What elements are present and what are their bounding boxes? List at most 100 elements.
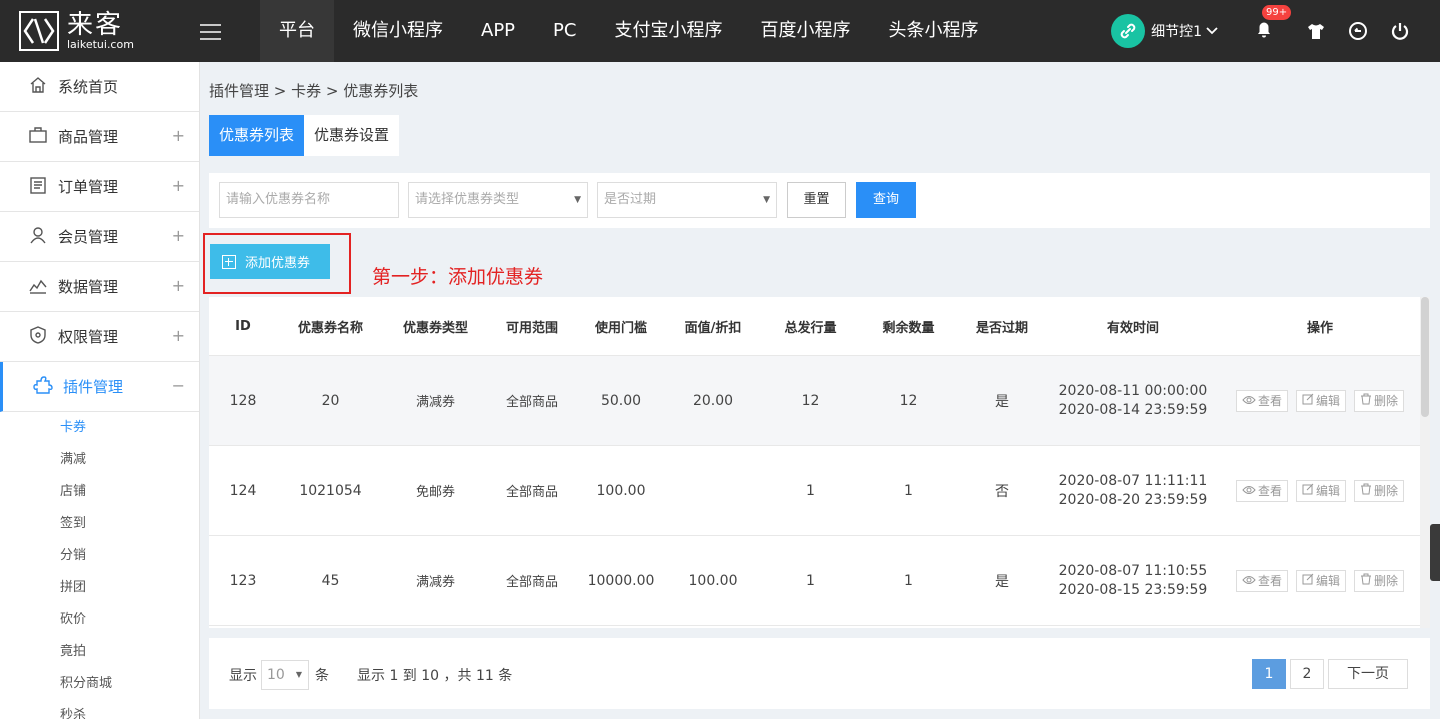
plus-icon[interactable]: + (172, 326, 185, 345)
sidebar-item-products[interactable]: 商品管理 + (0, 112, 199, 162)
topnav-app[interactable]: APP (462, 0, 534, 62)
sidebar-subitem-auction[interactable]: 竟拍 (0, 636, 199, 668)
shop-icon (28, 125, 48, 149)
valid-start: 2020-08-11 00:00:00 (1058, 382, 1208, 399)
chart-icon (28, 275, 48, 299)
sidebar-subitem-group[interactable]: 拼团 (0, 572, 199, 604)
tab-coupon-settings[interactable]: 优惠券设置 (304, 115, 400, 156)
cell-valid-time: 2020-08-07 11:11:11 2020-08-20 23:59:59 (1047, 472, 1219, 510)
sidebar-subitem-coupon[interactable]: 卡券 (0, 412, 199, 444)
sidebar: 系统首页 商品管理 + 订单管理 + 会员管理 + 数据管理 + 权限管理 + … (0, 62, 200, 719)
page-1-button[interactable]: 1 (1252, 659, 1286, 689)
sidebar-item-plugins[interactable]: 插件管理 − (0, 362, 199, 412)
table-row: 123 45 满减券 全部商品 10000.00 100.00 1 1 是 20… (209, 536, 1421, 626)
sidebar-subitem-flash-sale[interactable]: 秒杀 (0, 700, 199, 719)
side-handle[interactable] (1430, 524, 1440, 581)
coupon-name-input[interactable]: 请输入优惠券名称 (219, 182, 399, 218)
scrollbar-thumb[interactable] (1421, 297, 1429, 417)
tab-bar: 优惠券列表 优惠券设置 (209, 115, 400, 156)
valid-start: 2020-08-07 11:10:55 (1058, 562, 1208, 579)
col-type: 优惠券类型 (402, 320, 468, 336)
sidebar-subitem-full-reduction[interactable]: 满减 (0, 444, 199, 476)
cell-total: 12 (801, 392, 820, 409)
sidebar-item-home[interactable]: 系统首页 (0, 62, 199, 112)
topnav-baidu-mini[interactable]: 百度小程序 (741, 0, 869, 62)
sidebar-item-data[interactable]: 数据管理 + (0, 262, 199, 312)
sidebar-subitem-points-mall[interactable]: 积分商城 (0, 668, 199, 700)
power-icon[interactable] (1390, 21, 1410, 41)
delete-button[interactable]: 删除 (1354, 569, 1405, 592)
cell-expired: 是 (995, 393, 1009, 410)
edit-button[interactable]: 编辑 (1295, 389, 1346, 412)
col-actions: 操作 (1306, 320, 1333, 336)
minus-icon[interactable]: − (172, 376, 185, 395)
cell-total: 1 (806, 482, 815, 499)
view-button[interactable]: 查看 (1235, 389, 1288, 412)
tab-coupon-list[interactable]: 优惠券列表 (209, 115, 305, 156)
view-label: 查看 (1257, 483, 1282, 498)
expired-select[interactable]: 是否过期 ▼ (597, 182, 777, 218)
edit-button[interactable]: 编辑 (1295, 569, 1346, 592)
cell-type: 满减券 (415, 575, 455, 590)
topnav-toutiao-mini[interactable]: 头条小程序 (869, 0, 997, 62)
view-button[interactable]: 查看 (1235, 479, 1288, 502)
cell-id: 123 (229, 572, 257, 589)
sidebar-item-members[interactable]: 会员管理 + (0, 212, 199, 262)
sidebar-item-label: 权限管理 (58, 328, 119, 346)
coupon-table: ID 优惠券名称 优惠券类型 可用范围 使用门槛 面值/折扣 总发行量 剩余数量… (209, 297, 1421, 628)
back-icon[interactable] (1348, 21, 1368, 41)
logo-text-en: laiketui.com (67, 38, 134, 51)
topnav-wechat-mini[interactable]: 微信小程序 (334, 0, 462, 62)
add-coupon-button[interactable]: 添加优惠券 (210, 244, 330, 279)
trash-icon (1360, 571, 1374, 591)
cell-threshold: 10000.00 (587, 572, 655, 589)
sidebar-item-label: 订单管理 (58, 178, 119, 196)
page-size-select[interactable]: 10 ▼ (261, 660, 309, 690)
link-avatar-icon[interactable] (1111, 14, 1146, 48)
menu-toggle-icon[interactable] (200, 24, 221, 40)
chevron-down-icon[interactable] (1206, 24, 1218, 38)
user-name[interactable]: 细节控1 (1151, 21, 1202, 41)
shirt-icon[interactable] (1306, 21, 1326, 41)
cell-remaining: 1 (904, 572, 913, 589)
delete-button[interactable]: 删除 (1354, 479, 1405, 502)
view-button[interactable]: 查看 (1235, 569, 1288, 592)
table-scrollbar[interactable] (1420, 297, 1430, 628)
show-label: 显示 (229, 668, 257, 684)
col-name: 优惠券名称 (297, 320, 363, 336)
col-value: 面值/折扣 (684, 320, 742, 336)
logo[interactable]: 来客 laiketui.com (19, 9, 134, 53)
cell-id: 128 (229, 392, 257, 409)
bell-icon[interactable]: 99+ (1254, 5, 1292, 43)
sidebar-item-permissions[interactable]: 权限管理 + (0, 312, 199, 362)
logo-icon (19, 11, 59, 51)
sidebar-subitem-signin[interactable]: 签到 (0, 508, 199, 540)
shield-icon (28, 325, 48, 349)
cell-id: 124 (229, 482, 257, 499)
topnav-alipay-mini[interactable]: 支付宝小程序 (595, 0, 741, 62)
next-page-button[interactable]: 下一页 (1328, 659, 1408, 689)
plus-icon[interactable]: + (172, 126, 185, 145)
cell-expired: 是 (995, 573, 1009, 590)
cell-value: 100.00 (688, 572, 738, 589)
topnav-platform[interactable]: 平台 (260, 0, 334, 62)
coupon-type-select[interactable]: 请选择优惠券类型 ▼ (408, 182, 588, 218)
cell-remaining: 12 (899, 392, 918, 409)
reset-button[interactable]: 重置 (787, 182, 846, 218)
topnav-pc[interactable]: PC (534, 0, 595, 62)
cell-threshold: 50.00 (600, 392, 642, 409)
sidebar-subitem-distribution[interactable]: 分销 (0, 540, 199, 572)
delete-button[interactable]: 删除 (1354, 389, 1405, 412)
expired-placeholder: 是否过期 (604, 192, 657, 207)
delete-label: 删除 (1374, 393, 1399, 408)
sidebar-subitem-bargain[interactable]: 砍价 (0, 604, 199, 636)
sidebar-item-orders[interactable]: 订单管理 + (0, 162, 199, 212)
cell-value: 20.00 (692, 392, 734, 409)
plus-icon[interactable]: + (172, 276, 185, 295)
page-2-button[interactable]: 2 (1290, 659, 1324, 689)
query-button[interactable]: 查询 (856, 182, 916, 218)
edit-button[interactable]: 编辑 (1295, 479, 1346, 502)
sidebar-subitem-store[interactable]: 店铺 (0, 476, 199, 508)
plus-icon[interactable]: + (172, 176, 185, 195)
plus-icon[interactable]: + (172, 226, 185, 245)
